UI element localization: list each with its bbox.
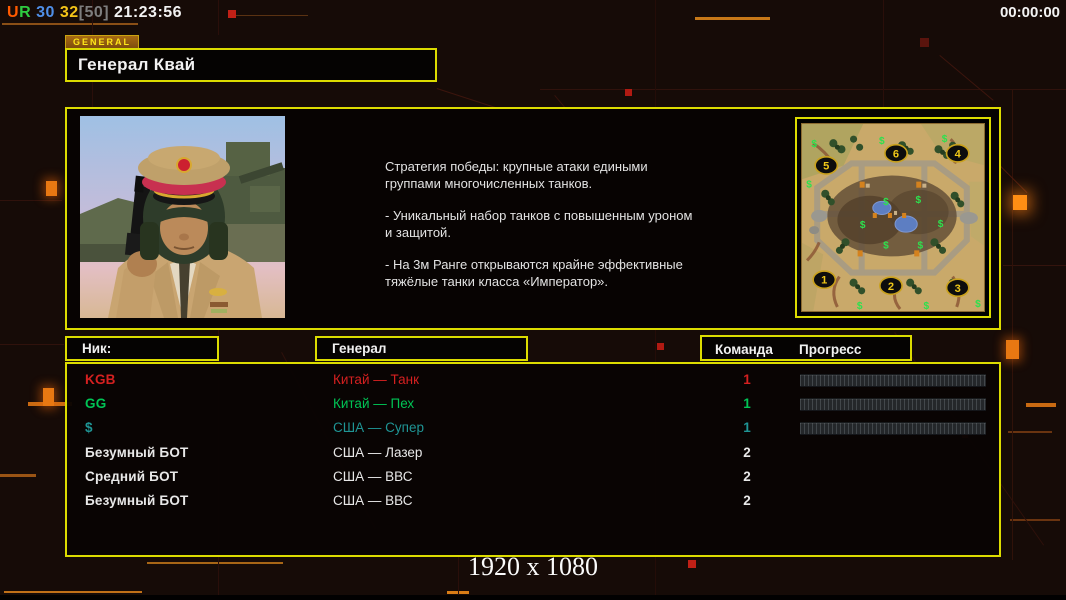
svg-text:$: $ xyxy=(857,301,863,312)
player-team: 1 xyxy=(743,372,751,387)
map-resolution-label: 1920 x 1080 xyxy=(468,552,598,581)
player-general: США — ВВС xyxy=(333,492,413,508)
player-team: 1 xyxy=(743,396,751,412)
player-general: Китай — Пех xyxy=(333,396,415,412)
strategy-paragraph-1: Стратегия победы: крупные атаки едиными … xyxy=(385,159,648,191)
strategy-paragraph-3: - На 3м Ранге открываются крайне эффекти… xyxy=(385,257,683,289)
general-name: Генерал Квай xyxy=(78,55,196,74)
player-general: США — Супер xyxy=(333,420,424,436)
svg-text:2: 2 xyxy=(888,281,894,293)
player-row: GG Китай — Пех 1 xyxy=(67,392,999,416)
svg-text:$: $ xyxy=(938,219,944,230)
player-team: 2 xyxy=(743,492,751,508)
header-team-progress: Команда Прогресс xyxy=(700,335,912,361)
progress-bar xyxy=(800,398,986,412)
player-row: Средний БОТ США — ВВС 2 xyxy=(67,465,999,489)
score-status-text: UR 30 32[50] 21:23:56 xyxy=(7,4,183,21)
player-row: KGB Китай — Танк 1 xyxy=(67,368,999,392)
player-nick: $ xyxy=(85,420,93,436)
header-team: Команда xyxy=(715,342,773,357)
svg-text:4: 4 xyxy=(955,148,962,160)
svg-text:$: $ xyxy=(879,136,885,147)
player-nick: GG xyxy=(85,396,107,412)
svg-text:$: $ xyxy=(942,134,948,145)
player-team: 2 xyxy=(743,468,751,484)
svg-text:$: $ xyxy=(883,197,889,208)
header-progress: Прогресс xyxy=(799,342,862,357)
strategy-description: Стратегия победы: крупные атаки едиными … xyxy=(385,158,715,305)
match-timer: 00:00:00 xyxy=(999,4,1060,21)
svg-text:3: 3 xyxy=(955,283,961,295)
player-general: Китай — Танк xyxy=(333,372,419,387)
player-rows: KGB Китай — Танк 1 GG Китай — Пех 1 $ СШ… xyxy=(67,368,999,513)
player-nick: Безумный БОТ xyxy=(85,444,189,460)
progress-bar xyxy=(800,422,986,436)
player-general: США — ВВС xyxy=(333,468,413,484)
bottom-strip xyxy=(0,595,1066,600)
svg-text:$: $ xyxy=(806,180,812,191)
general-portrait xyxy=(80,116,285,318)
player-nick: Безумный БОТ xyxy=(85,492,189,508)
svg-text:$: $ xyxy=(915,195,921,206)
svg-text:$: $ xyxy=(917,240,923,251)
general-title-box: Генерал Квай xyxy=(65,48,437,82)
minimap-art: $ $ $ $ $ $ $ $ $ $ $ $ $ 5 6 4 1 2 3 xyxy=(799,121,987,314)
svg-text:$: $ xyxy=(924,301,930,312)
player-row: $ США — Супер 1 xyxy=(67,416,999,440)
general-portrait-art xyxy=(80,116,285,318)
header-nick: Ник: xyxy=(65,336,219,361)
player-team: 1 xyxy=(743,420,751,436)
player-nick: Средний БОТ xyxy=(85,468,179,484)
player-nick: KGB xyxy=(85,372,116,387)
svg-text:1: 1 xyxy=(821,275,827,287)
player-table-panel: KGB Китай — Танк 1 GG Китай — Пех 1 $ СШ… xyxy=(65,362,1001,557)
progress-bar xyxy=(800,374,986,387)
svg-text:$: $ xyxy=(883,240,889,251)
header-general: Генерал xyxy=(315,336,528,361)
strategy-paragraph-2: - Уникальный набор танков с повышенным у… xyxy=(385,208,693,240)
svg-text:$: $ xyxy=(860,220,866,231)
svg-text:$: $ xyxy=(975,299,981,310)
player-general: США — Лазер xyxy=(333,444,423,460)
svg-text:5: 5 xyxy=(823,160,829,172)
svg-text:$: $ xyxy=(811,139,817,150)
player-row: Безумный БОТ США — Лазер 2 xyxy=(67,441,999,465)
player-row: Безумный БОТ США — ВВС 2 xyxy=(67,489,999,513)
player-team: 2 xyxy=(743,444,751,460)
minimap: $ $ $ $ $ $ $ $ $ $ $ $ $ 5 6 4 1 2 3 xyxy=(795,117,991,318)
svg-text:6: 6 xyxy=(893,148,899,160)
